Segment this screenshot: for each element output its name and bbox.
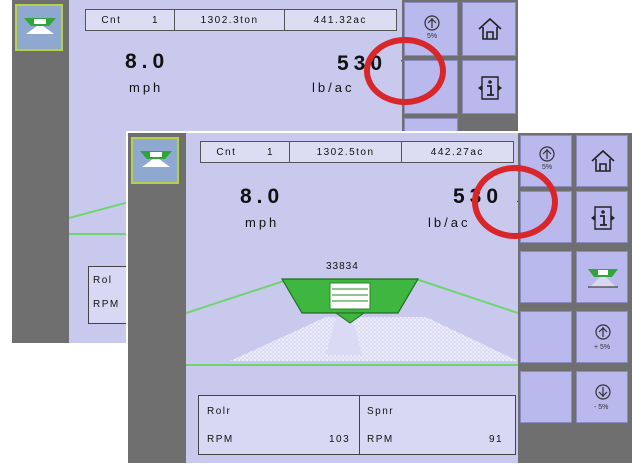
total-amount: 1302.5ton	[290, 142, 402, 162]
total-area: 442.27ac	[430, 146, 484, 158]
home-button[interactable]	[576, 135, 628, 187]
speed-unit: mph	[245, 215, 280, 230]
count-label: Cnt	[216, 146, 237, 158]
speed-value: 8.0	[240, 185, 285, 208]
roller-title: Rol	[93, 275, 113, 286]
rate-percent-icon	[539, 146, 555, 162]
right-guide-line	[415, 278, 518, 314]
status-bar: Cnt 1 1302.5ton 442.27ac	[200, 141, 514, 163]
left-bar	[128, 133, 186, 463]
roller-title: Rolr	[207, 406, 232, 417]
spreader-icon	[24, 18, 56, 34]
info-button[interactable]	[462, 60, 516, 114]
spinner-rpm-label: RPM	[367, 434, 394, 445]
rate-percent-label: 5%	[542, 164, 553, 171]
count-value: 1	[267, 146, 275, 158]
rpm-panel: Rolr RPM 103 Spnr RPM 91	[198, 395, 516, 455]
info-button[interactable]	[576, 191, 628, 243]
left-guide-line	[186, 278, 291, 314]
increase-rate-icon	[595, 324, 611, 340]
status-bar: Cnt 1 1302.3ton 441.32ac	[85, 9, 397, 31]
rate-unit: lb/ac	[312, 80, 355, 95]
info-icon	[591, 206, 615, 230]
front-screen: Cnt 1 1302.5ton 442.27ac 8.0 mph 530 ↓ l…	[126, 131, 634, 465]
speed-unit: mph	[129, 80, 164, 95]
decrease-rate-button[interactable]: - 5%	[576, 371, 628, 423]
decrease-rate-label: - 5%	[594, 404, 609, 411]
roller-rpm-value: 103	[329, 434, 351, 445]
increase-rate-button[interactable]: + 5%	[576, 311, 628, 363]
spreader-mode-button[interactable]	[15, 4, 63, 51]
increase-rate-label: + 5%	[594, 344, 611, 351]
count-value: 1	[152, 14, 160, 26]
roller-rpm-label: RPM	[93, 299, 120, 310]
highlight-circle	[364, 37, 446, 105]
blank-button[interactable]	[520, 311, 572, 363]
count-label: Cnt	[101, 14, 122, 26]
spreader-mode-button[interactable]	[131, 137, 179, 184]
speed-value: 8.0	[125, 50, 170, 73]
spreader-icon	[140, 151, 172, 167]
blank-button[interactable]	[520, 371, 572, 423]
home-icon	[591, 149, 615, 172]
rate-percent-icon	[424, 15, 440, 31]
home-button[interactable]	[462, 2, 516, 56]
spreader-view-button[interactable]	[576, 251, 628, 303]
rate-percent-label: 5%	[427, 33, 438, 40]
spreader-gate	[329, 282, 371, 310]
home-icon	[478, 17, 502, 40]
highlight-circle	[472, 165, 558, 239]
blank-button[interactable]	[520, 251, 572, 303]
total-area: 441.32ac	[313, 14, 367, 26]
left-bar	[12, 0, 69, 343]
total-amount: 1302.3ton	[175, 10, 285, 30]
spinner-rpm-value: 91	[489, 434, 504, 445]
info-icon	[478, 76, 502, 100]
roller-rpm-label: RPM	[207, 434, 234, 445]
rate-unit: lb/ac	[428, 215, 471, 230]
spreader-icon	[588, 269, 618, 288]
spinner-title: Spnr	[367, 406, 395, 417]
decrease-rate-icon	[595, 384, 611, 400]
spread-pattern	[186, 278, 518, 366]
